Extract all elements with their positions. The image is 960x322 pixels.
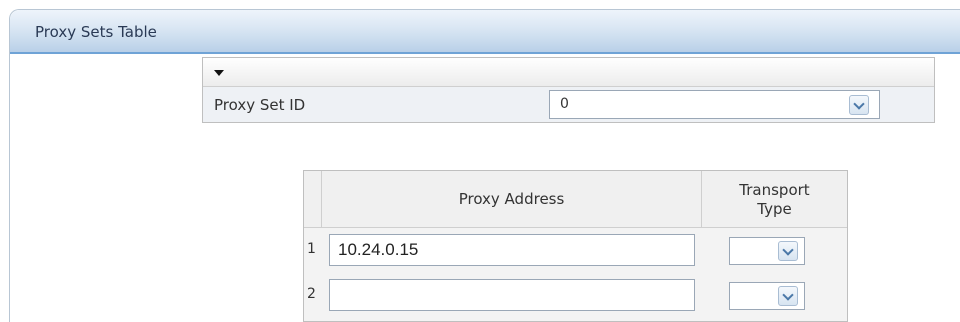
transport-type-select[interactable] [729, 237, 805, 265]
proxy-set-id-label: Proxy Set ID [214, 96, 306, 114]
panel-title: Proxy Sets Table [35, 23, 157, 41]
index-column-header [304, 171, 322, 228]
transport-type-header: Transport Type [702, 171, 847, 228]
proxy-address-header: Proxy Address [322, 171, 702, 228]
proxy-set-id-value: 0 [560, 96, 569, 112]
transport-type-select[interactable] [729, 282, 805, 310]
transport-type-header-text: Transport Type [739, 181, 810, 218]
collapse-arrow-icon[interactable] [214, 70, 224, 76]
chevron-down-icon[interactable] [778, 286, 798, 306]
proxy-address-table: Proxy Address Transport Type 1 10.24.0.1… [303, 170, 848, 322]
proxy-set-id-row: Proxy Set ID 0 [203, 87, 934, 122]
proxy-set-id-select[interactable]: 0 [549, 90, 880, 119]
collapse-toggle[interactable] [203, 58, 934, 87]
table-row: 2 [304, 273, 847, 318]
proxy-address-input[interactable]: 10.24.0.15 [329, 234, 695, 266]
row-index: 1 [307, 241, 316, 257]
chevron-down-icon[interactable] [849, 95, 869, 115]
proxy-address-input[interactable] [329, 279, 695, 311]
table-row: 1 10.24.0.15 [304, 228, 847, 273]
chevron-down-icon[interactable] [778, 241, 798, 261]
proxy-set-group: Proxy Set ID 0 [202, 57, 935, 123]
row-index: 2 [307, 286, 316, 302]
panel-header: Proxy Sets Table [10, 10, 960, 54]
